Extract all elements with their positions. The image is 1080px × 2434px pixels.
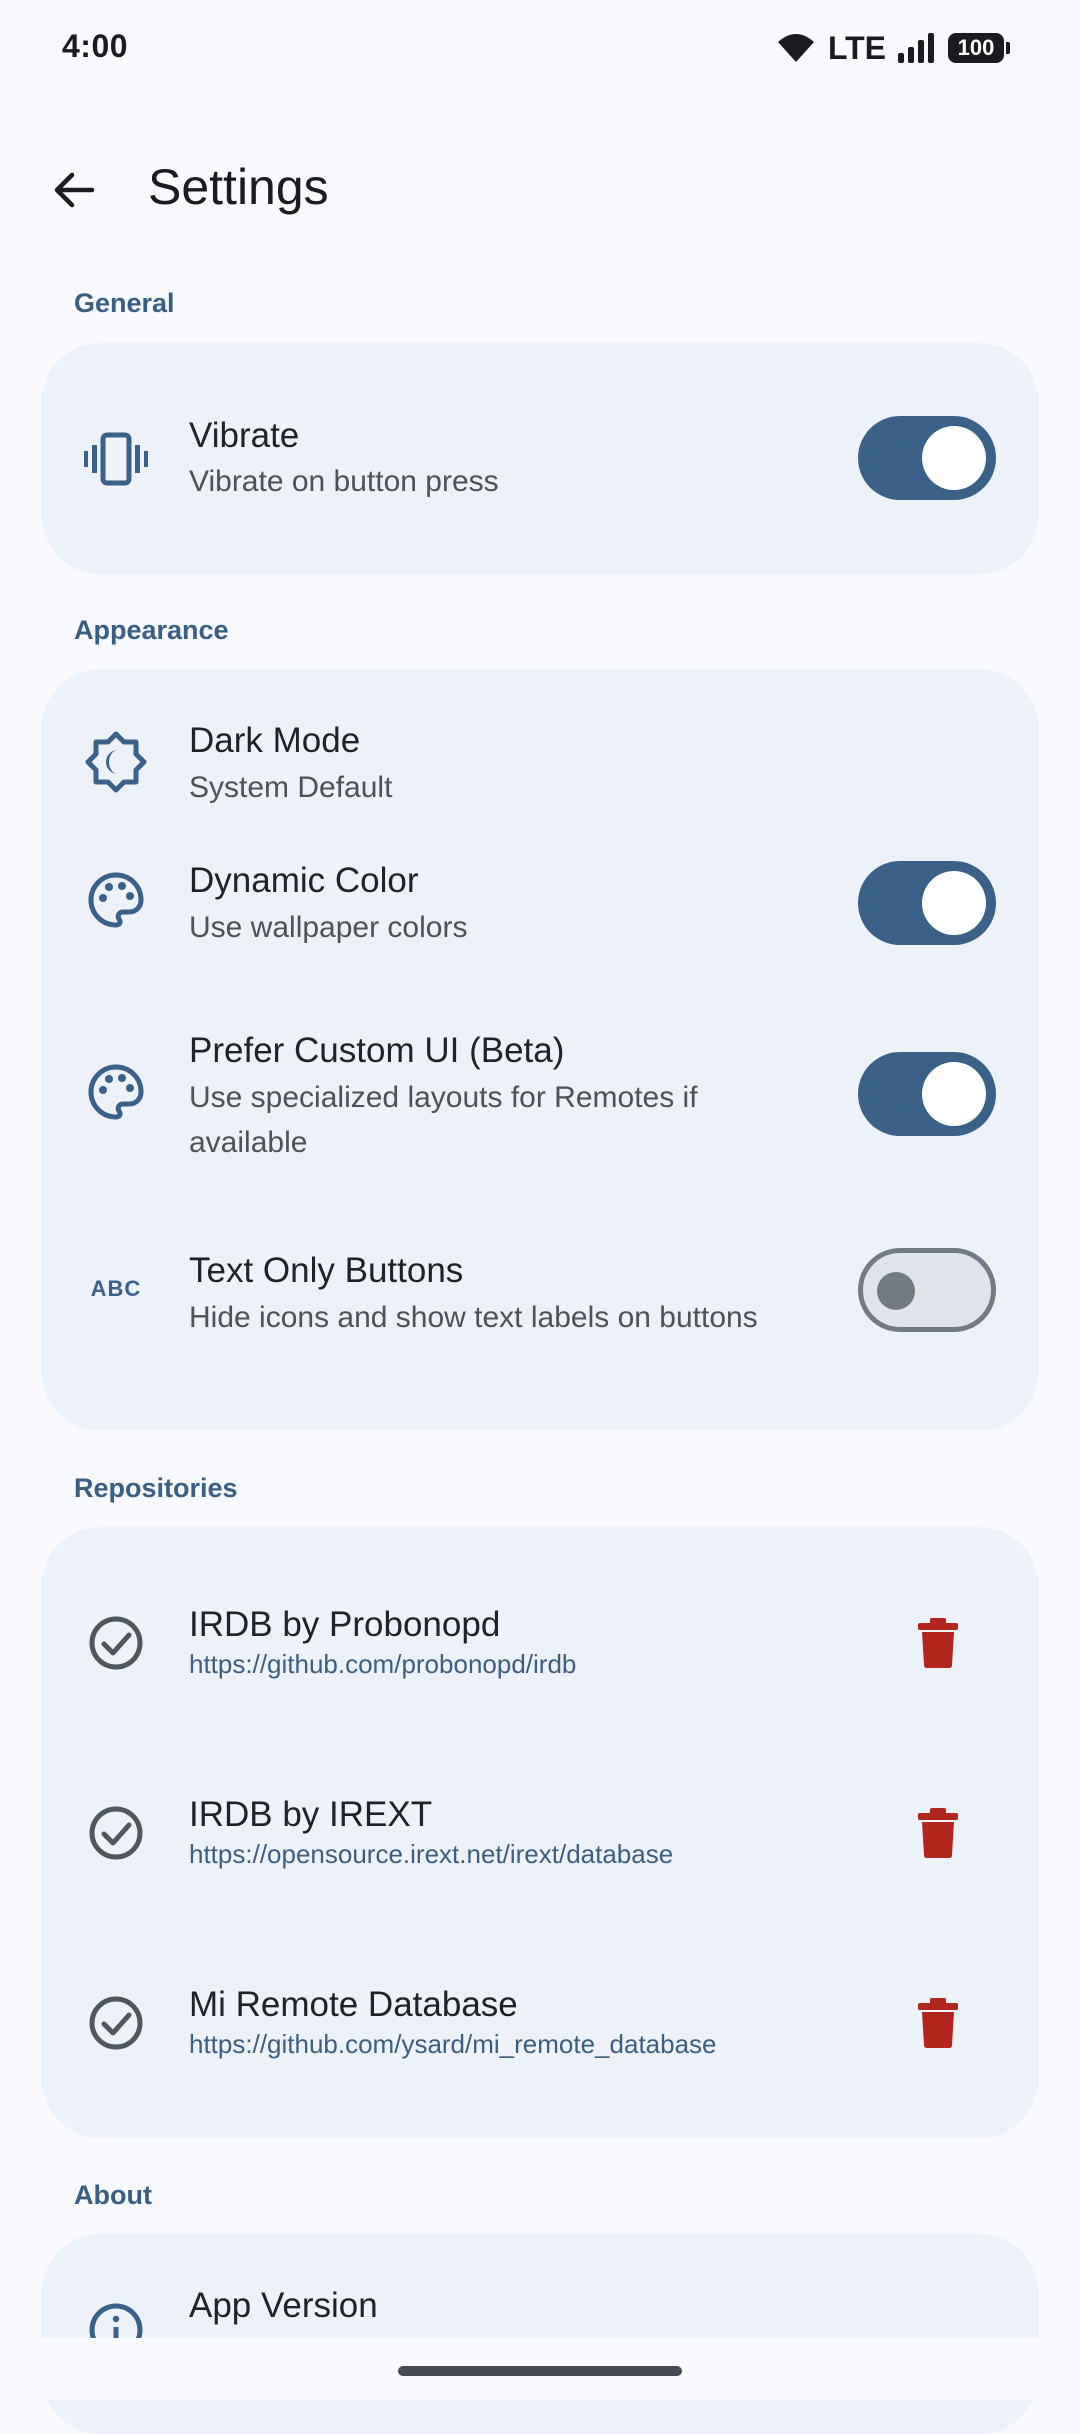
- check-circle-icon: [80, 1987, 152, 2059]
- trash-icon: [918, 1998, 958, 2048]
- repository-item[interactable]: IRDB by IREXT https://opensource.irext.n…: [42, 1717, 1038, 1907]
- wifi-icon: [777, 34, 814, 62]
- back-button[interactable]: [34, 150, 114, 230]
- abc-icon: ABC: [90, 1276, 142, 1301]
- brightness-icon: [80, 726, 152, 798]
- setting-app-version[interactable]: App Version: [42, 2234, 1038, 2434]
- section-header-general: General: [74, 288, 175, 318]
- text-only-toggle[interactable]: [858, 1248, 996, 1332]
- setting-dynamic-color[interactable]: Dynamic Color Use wallpaper colors: [42, 819, 1038, 989]
- arrow-back-icon: [54, 172, 95, 208]
- setting-subtitle: System Default: [189, 771, 393, 804]
- repository-title: Mi Remote Database: [189, 1985, 518, 2024]
- setting-subtitle: Hide icons and show text labels on butto…: [189, 1301, 758, 1334]
- section-header-repositories: Repositories: [74, 1473, 238, 1503]
- vibration-icon: [80, 423, 152, 495]
- palette-icon: [80, 864, 152, 936]
- palette-icon: [80, 1056, 152, 1128]
- setting-title: Dynamic Color: [189, 861, 419, 900]
- setting-subtitle: Use wallpaper colors: [189, 911, 468, 944]
- setting-text-only-buttons[interactable]: ABC Text Only Buttons Hide icons and sho…: [42, 1209, 1038, 1431]
- trash-icon: [918, 1808, 958, 1858]
- battery-level: 100: [957, 35, 995, 60]
- top-app-bar: Settings: [0, 120, 1080, 250]
- setting-subtitle-line2: available: [189, 1126, 308, 1159]
- repository-url: https://github.com/ysard/mi_remote_datab…: [189, 2029, 717, 2059]
- card-appearance: Dark Mode System Default Dynamic Color U…: [42, 669, 1038, 1431]
- repository-title: IRDB by Probonopd: [189, 1605, 501, 1644]
- delete-button[interactable]: [908, 1613, 968, 1673]
- toggle-knob: [877, 1272, 915, 1310]
- section-header-appearance: Appearance: [74, 615, 229, 645]
- check-circle-icon: [80, 1607, 152, 1679]
- status-bar: 4:00 LTE 100: [0, 0, 1080, 100]
- repository-url: https://github.com/probonopd/irdb: [189, 1649, 577, 1679]
- page-title: Settings: [148, 159, 329, 215]
- signal-icon: [898, 33, 934, 63]
- status-time: 4:00: [62, 28, 129, 64]
- setting-title: Vibrate: [189, 416, 300, 455]
- setting-title: Prefer Custom UI (Beta): [189, 1031, 565, 1070]
- battery-icon: 100: [948, 33, 1010, 63]
- setting-vibrate[interactable]: Vibrate Vibrate on button press: [42, 343, 1038, 574]
- custom-ui-toggle[interactable]: [858, 1052, 996, 1136]
- setting-title: App Version: [189, 2286, 378, 2325]
- card-about: App Version: [42, 2234, 1038, 2434]
- toggle-knob: [922, 1062, 986, 1126]
- setting-custom-ui[interactable]: Prefer Custom UI (Beta) Use specialized …: [42, 989, 1038, 1209]
- setting-subtitle: Use specialized layouts for Remotes if: [189, 1081, 698, 1114]
- repository-title: IRDB by IREXT: [189, 1795, 433, 1834]
- delete-button[interactable]: [908, 1803, 968, 1863]
- setting-title: Dark Mode: [189, 721, 361, 760]
- network-type: LTE: [827, 29, 886, 66]
- setting-subtitle: Vibrate on button press: [189, 465, 499, 498]
- status-icons: LTE 100: [776, 28, 1010, 68]
- delete-button[interactable]: [908, 1993, 968, 2053]
- repository-url: https://opensource.irext.net/irext/datab…: [189, 1839, 674, 1869]
- repository-item[interactable]: Mi Remote Database https://github.com/ys…: [42, 1907, 1038, 2138]
- toggle-knob: [922, 426, 986, 490]
- check-circle-icon: [80, 1797, 152, 1869]
- home-indicator[interactable]: [398, 2366, 682, 2376]
- setting-dark-mode[interactable]: Dark Mode System Default: [42, 669, 1038, 819]
- section-header-about: About: [74, 2180, 152, 2210]
- vibrate-toggle[interactable]: [858, 416, 996, 500]
- toggle-knob: [922, 871, 986, 935]
- setting-title: Text Only Buttons: [189, 1251, 464, 1290]
- trash-icon: [918, 1618, 958, 1668]
- dynamic-color-toggle[interactable]: [858, 861, 996, 945]
- card-repositories: IRDB by Probonopd https://github.com/pro…: [42, 1527, 1038, 2138]
- card-general: Vibrate Vibrate on button press: [42, 343, 1038, 574]
